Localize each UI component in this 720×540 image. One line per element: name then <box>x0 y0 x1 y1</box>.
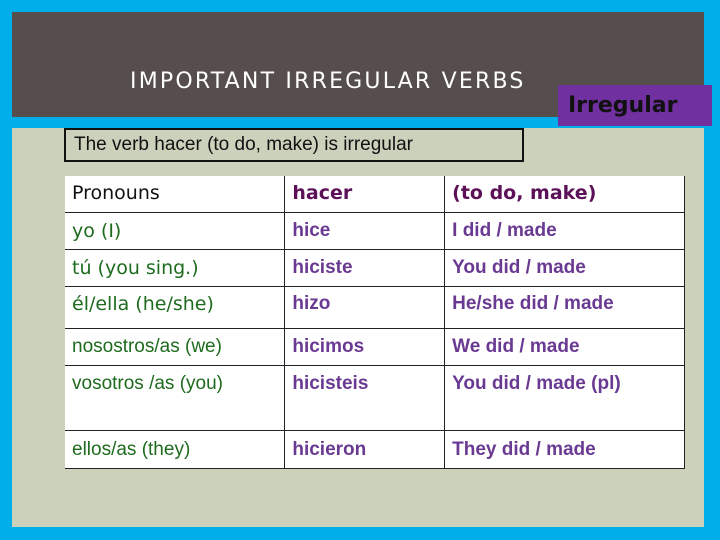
translation-cell: We did / made <box>444 327 685 365</box>
table-row: vosotros /as (you) hicisteis You did / m… <box>65 364 685 430</box>
translation-cell: He/she did / made <box>444 285 685 328</box>
pronoun-cell: ellos/as (they) <box>65 429 285 468</box>
table-row: él/ella (he/she) hizo He/she did / made <box>65 285 685 328</box>
verb-cell: hice <box>284 211 445 249</box>
slide-title: IMPORTANT IRREGULAR VERBS <box>130 69 526 94</box>
translation-cell: You did / made (pl) <box>444 364 685 430</box>
verb-cell: hiciste <box>284 248 445 286</box>
pronoun-cell: nosostros/as (we) <box>65 327 285 365</box>
table-row: yo (I) hice I did / made <box>65 211 685 249</box>
pronoun-cell: vosotros /as (you) <box>65 364 285 430</box>
verb-cell: hizo <box>284 285 445 328</box>
table-header-row: Pronouns hacer (to do, make) <box>65 176 685 212</box>
verb-cell: hicimos <box>284 327 445 365</box>
table-row: ellos/as (they) hicieron They did / made <box>65 429 685 468</box>
translation-cell: They did / made <box>444 429 685 468</box>
header-pronouns: Pronouns <box>72 182 160 204</box>
conjugation-table: Pronouns hacer (to do, make) yo (I) hice… <box>65 176 685 469</box>
translation-cell: I did / made <box>444 211 685 249</box>
verb-cell: hicisteis <box>284 364 445 430</box>
header-verb: hacer <box>284 176 445 212</box>
verb-cell: hicieron <box>284 429 445 468</box>
table-row: tú (you sing.) hiciste You did / made <box>65 248 685 286</box>
irregular-badge: Irregular <box>558 85 712 126</box>
header-translation: (to do, make) <box>444 176 685 212</box>
translation-cell: You did / made <box>444 248 685 286</box>
table-row: nosostros/as (we) hicimos We did / made <box>65 327 685 365</box>
pronoun-cell: yo (I) <box>65 211 285 249</box>
pronoun-cell: él/ella (he/she) <box>65 285 285 328</box>
pronoun-cell: tú (you sing.) <box>65 248 285 286</box>
subtitle-box: The verb hacer (to do, make) is irregula… <box>64 128 524 162</box>
